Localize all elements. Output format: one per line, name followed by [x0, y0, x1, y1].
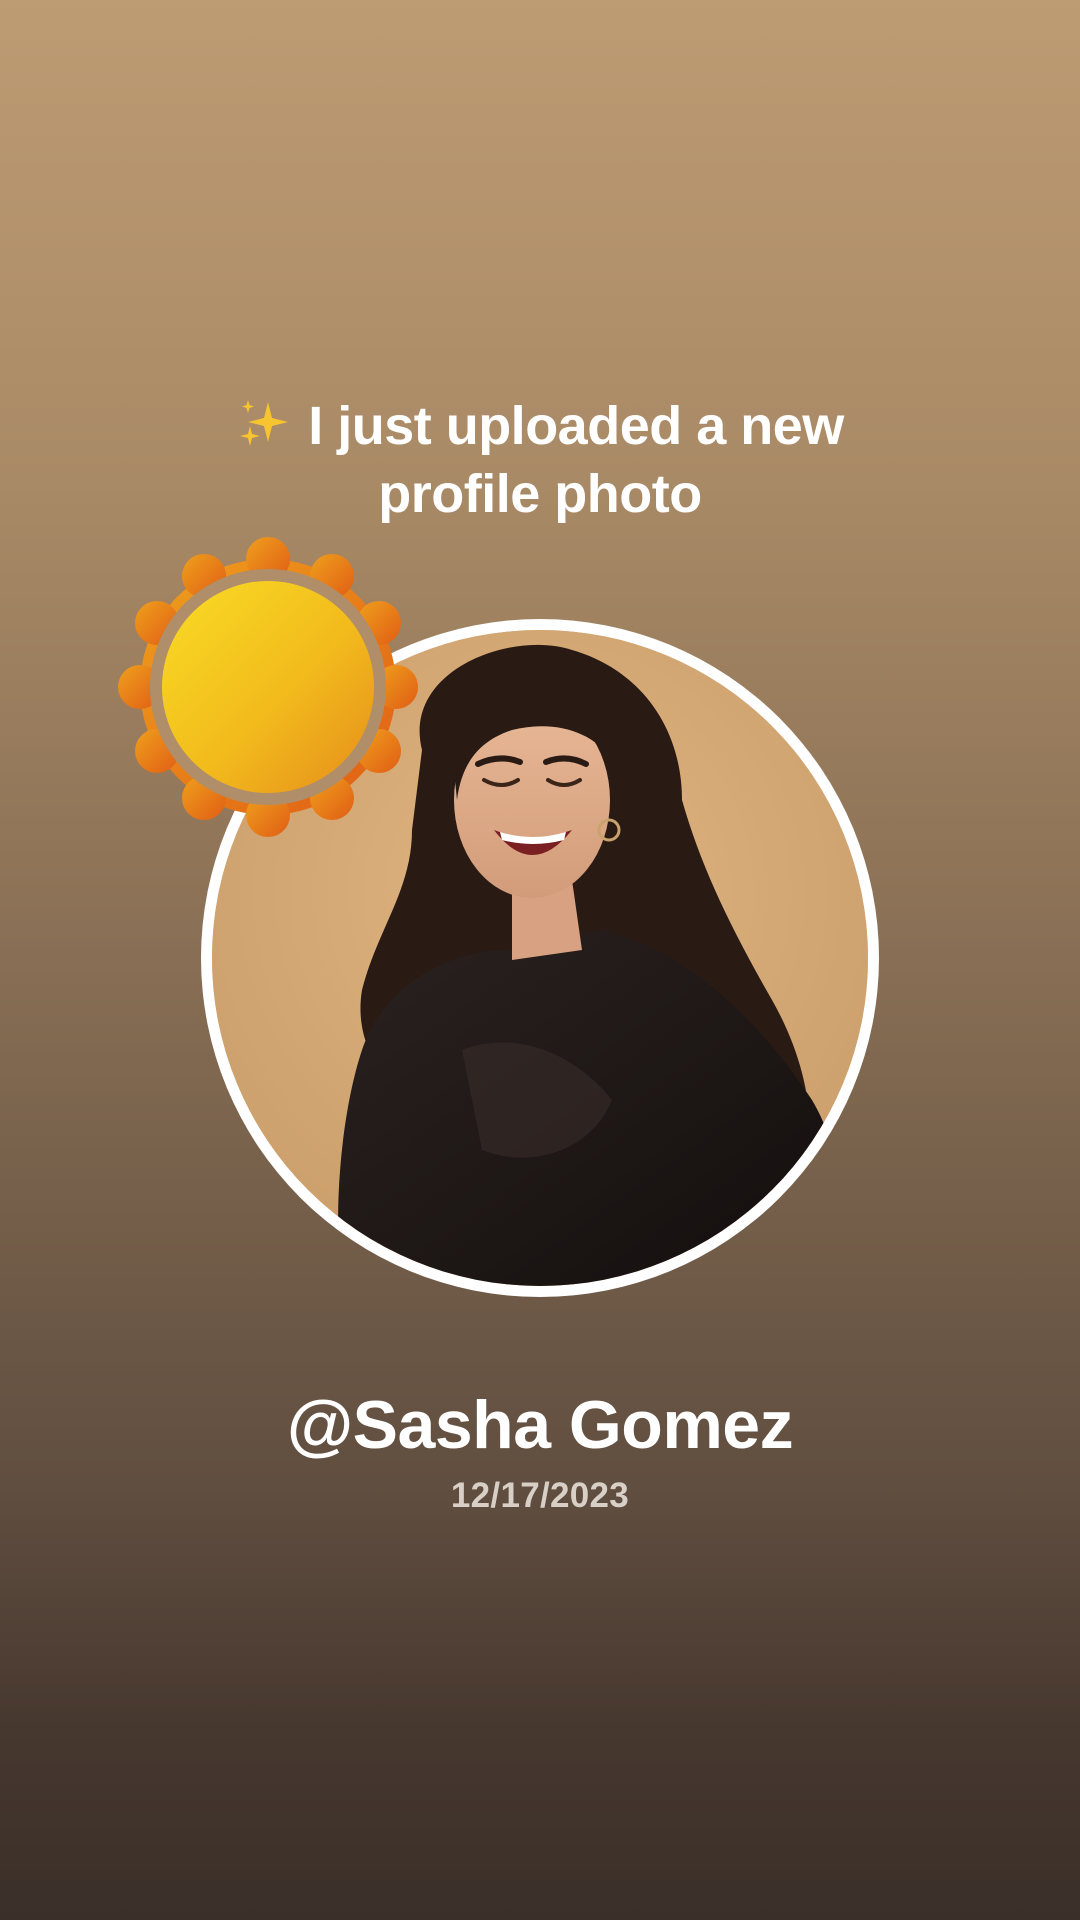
username: @Sasha Gomez — [286, 1387, 794, 1463]
story-screen: I just uploaded a new profile photo @Sas… — [0, 0, 1080, 1920]
headline-line-2: profile photo — [378, 464, 702, 524]
sun-badge-icon — [118, 537, 418, 837]
headline: I just uploaded a new profile photo — [0, 392, 1080, 528]
sparkles-icon — [240, 400, 289, 446]
post-date: 12/17/2023 — [450, 1476, 630, 1515]
headline-text-1: I just uploaded a new — [308, 396, 844, 456]
headline-line-1: I just uploaded a new — [0, 392, 1080, 460]
